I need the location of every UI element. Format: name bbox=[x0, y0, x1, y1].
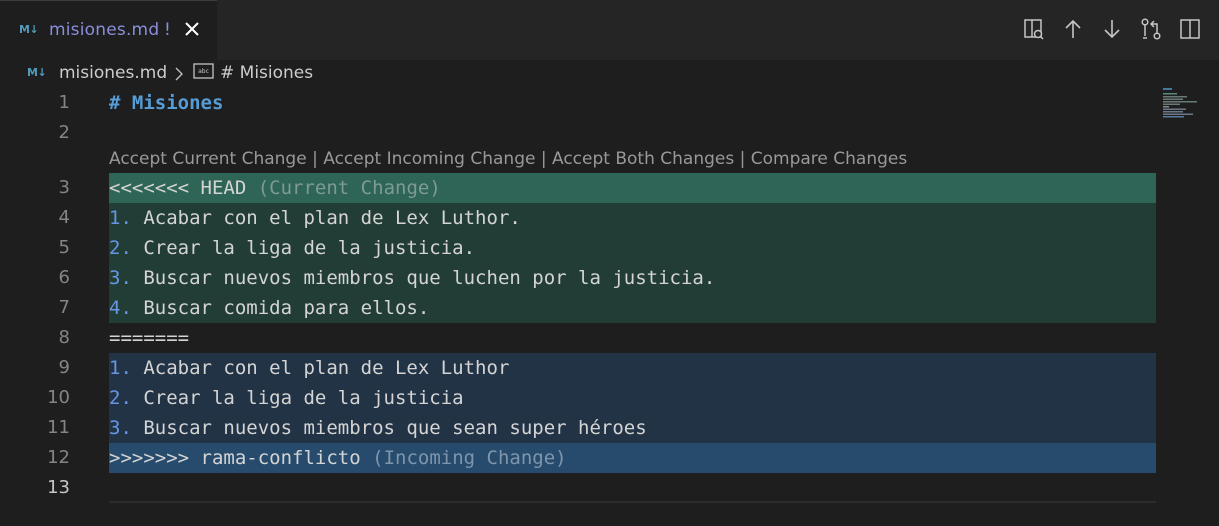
line-number: 9 bbox=[58, 357, 70, 378]
minimap[interactable] bbox=[1163, 88, 1215, 118]
incoming-change-header: >>>>>>> rama-conflicto (Incoming Change) bbox=[109, 443, 1156, 473]
list-number: 4. bbox=[109, 297, 132, 319]
code-line: 9 1. Acabar con el plan de Lex Luthor bbox=[0, 353, 1160, 383]
line-number: 3 bbox=[58, 177, 70, 198]
list-text: Crear la liga de la justicia bbox=[131, 387, 464, 409]
list-number: 3. bbox=[109, 417, 132, 439]
codelens-separator: | bbox=[734, 149, 751, 169]
line-number: 12 bbox=[47, 447, 70, 468]
list-number: 1. bbox=[109, 357, 132, 379]
line-number: 1 bbox=[58, 92, 70, 113]
previous-conflict-icon[interactable] bbox=[1060, 16, 1086, 42]
list-number: 3. bbox=[109, 267, 132, 289]
conflict-codelens: Accept Current Change | Accept Incoming … bbox=[109, 149, 907, 175]
line-number: 11 bbox=[47, 417, 70, 438]
line-number: 2 bbox=[58, 122, 70, 143]
current-change-header: <<<<<<< HEAD (Current Change) bbox=[109, 173, 1156, 203]
line-number: 7 bbox=[58, 297, 70, 318]
list-number: 2. bbox=[109, 237, 132, 259]
code-line: 8 ======= bbox=[0, 323, 1160, 353]
codelens-separator: | bbox=[535, 149, 552, 169]
list-text: Buscar comida para ellos. bbox=[131, 297, 430, 319]
code-line: 1 # Misiones bbox=[0, 88, 1160, 118]
accept-incoming-change-link[interactable]: Accept Incoming Change bbox=[323, 149, 535, 169]
code-line: 4 1. Acabar con el plan de Lex Luthor. bbox=[0, 203, 1160, 233]
code-line: 12 >>>>>>> rama-conflicto (Incoming Chan… bbox=[0, 443, 1160, 473]
breadcrumb-file[interactable]: misiones.md bbox=[59, 63, 167, 83]
line-content: 3. Buscar nuevos miembros que sean super… bbox=[109, 413, 1156, 443]
list-text: Acabar con el plan de Lex Luthor bbox=[131, 357, 510, 379]
editor-actions bbox=[1021, 16, 1211, 44]
tab-label: misiones.md bbox=[49, 20, 160, 40]
line-number: 5 bbox=[58, 237, 70, 258]
incoming-change-label: (Incoming Change) bbox=[372, 447, 567, 469]
string-symbol-icon: abc bbox=[193, 63, 214, 79]
source-control-icon[interactable] bbox=[1138, 16, 1164, 42]
line-content: 4. Buscar comida para ellos. bbox=[109, 293, 1156, 323]
current-line-highlight bbox=[109, 473, 1156, 503]
line-content: 2. Crear la liga de la justicia bbox=[109, 383, 1156, 413]
line-number: 13 bbox=[47, 477, 70, 498]
list-text: Buscar nuevos miembros que sean super hé… bbox=[131, 417, 647, 439]
svg-text:abc: abc bbox=[198, 68, 209, 75]
markdown-file-icon: M↓ bbox=[19, 23, 39, 36]
conflict-marker: >>>>>>> rama-conflicto bbox=[109, 447, 361, 469]
compare-changes-link[interactable]: Compare Changes bbox=[751, 149, 907, 169]
list-text: Crear la liga de la justicia. bbox=[131, 237, 476, 259]
line-content: 1. Acabar con el plan de Lex Luthor. bbox=[109, 203, 1156, 233]
line-content: 2. Crear la liga de la justicia. bbox=[109, 233, 1156, 263]
next-conflict-icon[interactable] bbox=[1099, 16, 1125, 42]
line-number: 8 bbox=[58, 327, 70, 348]
split-editor-icon[interactable] bbox=[1177, 16, 1203, 42]
codelens-separator: | bbox=[306, 149, 324, 169]
list-number: 1. bbox=[109, 207, 132, 229]
code-line: 11 3. Buscar nuevos miembros que sean su… bbox=[0, 413, 1160, 443]
line-content: 1. Acabar con el plan de Lex Luthor bbox=[109, 353, 1156, 383]
markdown-file-icon: M↓ bbox=[27, 66, 47, 79]
breadcrumb-heading[interactable]: # Misiones bbox=[220, 63, 313, 83]
code-line: 10 2. Crear la liga de la justicia bbox=[0, 383, 1160, 413]
line-number: 4 bbox=[58, 207, 70, 228]
code-editor[interactable]: 1 # Misiones 2 Accept Current Change | A… bbox=[0, 88, 1219, 526]
code-line: 7 4. Buscar comida para ellos. bbox=[0, 293, 1160, 323]
tab-bar: M↓ misiones.md ! bbox=[0, 0, 1219, 60]
conflict-marker: <<<<<<< HEAD bbox=[109, 177, 247, 199]
list-number: 2. bbox=[109, 387, 132, 409]
code-line: 5 2. Crear la liga de la justicia. bbox=[0, 233, 1160, 263]
list-text: Acabar con el plan de Lex Luthor. bbox=[131, 207, 521, 229]
close-icon[interactable] bbox=[183, 19, 201, 41]
accept-current-change-link[interactable]: Accept Current Change bbox=[109, 149, 307, 169]
tab-conflict-indicator: ! bbox=[164, 20, 171, 40]
line-number: 6 bbox=[58, 267, 70, 288]
conflict-separator: ======= bbox=[109, 327, 190, 349]
line-number: 10 bbox=[47, 387, 70, 408]
code-line: 2 bbox=[0, 118, 1160, 148]
line-content bbox=[109, 118, 1156, 148]
accept-both-changes-link[interactable]: Accept Both Changes bbox=[552, 149, 734, 169]
current-change-label: (Current Change) bbox=[257, 177, 441, 199]
breadcrumb: M↓ misiones.md abc # Misiones bbox=[0, 60, 1219, 88]
list-text: Buscar nuevos miembros que luchen por la… bbox=[131, 267, 716, 289]
line-content: 3. Buscar nuevos miembros que luchen por… bbox=[109, 263, 1156, 293]
chevron-right-icon bbox=[175, 67, 183, 81]
code-line: 6 3. Buscar nuevos miembros que luchen p… bbox=[0, 263, 1160, 293]
open-preview-icon[interactable] bbox=[1021, 16, 1047, 42]
line-content: # Misiones bbox=[109, 88, 1156, 118]
markdown-heading: # Misiones bbox=[109, 92, 224, 114]
editor-window: M↓ misiones.md ! M↓ misiones.md abc # Mi… bbox=[0, 0, 1219, 526]
code-line: 3 <<<<<<< HEAD (Current Change) bbox=[0, 173, 1160, 203]
tab-misiones-md[interactable]: M↓ misiones.md ! bbox=[0, 0, 217, 60]
